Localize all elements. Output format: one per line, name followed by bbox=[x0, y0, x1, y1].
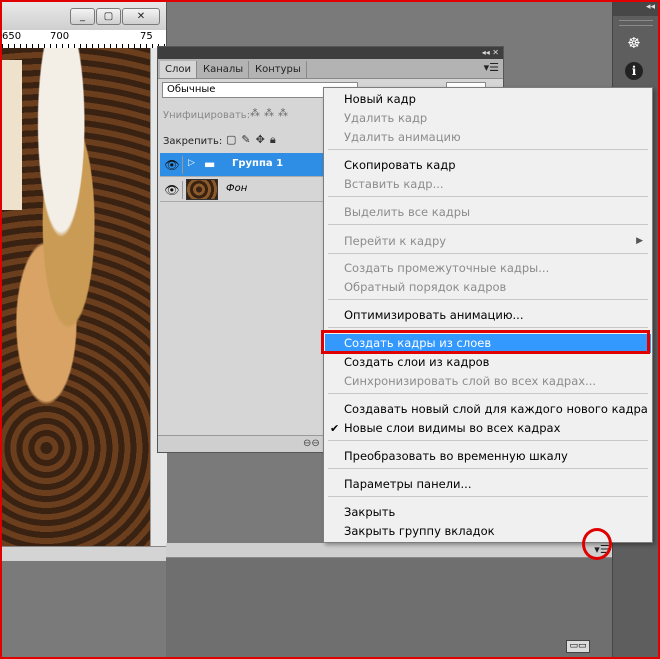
menu-item-new-layer-each-frame[interactable]: Создавать новый слой для каждого нового … bbox=[325, 400, 651, 419]
layer-thumbnail bbox=[186, 179, 218, 200]
panel-tabs: Слои Каналы Контуры ▾☰ bbox=[158, 59, 503, 79]
menu-separator bbox=[328, 327, 648, 328]
close-button[interactable]: ✕ bbox=[122, 8, 160, 25]
lock-label: Закрепить: bbox=[163, 136, 223, 147]
menu-item-optimize-animation[interactable]: Оптимизировать анимацию... bbox=[325, 306, 651, 325]
panel-collapse-bar[interactable]: ◂◂ ✕ bbox=[158, 47, 503, 59]
document-status-bar bbox=[0, 546, 166, 561]
animation-panel-area bbox=[166, 543, 612, 657]
tab-layers[interactable]: Слои bbox=[160, 61, 197, 78]
menu-item-paste-frame[interactable]: Вставить кадр... bbox=[325, 175, 651, 194]
eye-icon[interactable]: 👁︎ bbox=[162, 181, 183, 199]
strip-grip[interactable] bbox=[619, 20, 653, 26]
ship-wheel-icon[interactable]: ☸ bbox=[623, 32, 645, 54]
menu-item-delete-animation[interactable]: Удалить анимацию bbox=[325, 128, 651, 147]
lock-icons[interactable]: ▢✎✥🔒︎ bbox=[226, 133, 281, 147]
annotation-highlight-box bbox=[321, 330, 650, 354]
menu-separator bbox=[328, 224, 648, 225]
document-window: _ ▢ ✕ 650 700 75 bbox=[2, 2, 167, 548]
canvas-paper bbox=[2, 60, 22, 210]
menu-separator bbox=[328, 393, 648, 394]
menu-item-new-frame[interactable]: Новый кадр bbox=[325, 90, 651, 109]
submenu-arrow-icon: ▶ bbox=[636, 236, 643, 246]
tab-paths[interactable]: Контуры bbox=[250, 61, 307, 78]
unify-icons[interactable]: ⁂⁂⁂ bbox=[250, 108, 292, 119]
ruler-tick-label: 700 bbox=[50, 31, 70, 42]
eye-icon[interactable]: 👁︎ bbox=[162, 156, 183, 174]
menu-item-close[interactable]: Закрыть bbox=[325, 503, 651, 522]
image-canvas[interactable] bbox=[2, 48, 150, 548]
check-icon: ✔ bbox=[330, 422, 340, 435]
menu-item-tween[interactable]: Создать промежуточные кадры... bbox=[325, 259, 651, 278]
menu-item-flatten-frames-into-layers[interactable]: Создать слои из кадров bbox=[325, 353, 651, 372]
ruler-tick-label: 650 bbox=[2, 31, 22, 42]
horizontal-ruler: 650 700 75 bbox=[2, 30, 166, 49]
menu-item-copy-frame[interactable]: Скопировать кадр bbox=[325, 156, 651, 175]
unify-label: Унифицировать: bbox=[163, 110, 251, 121]
maximize-icon: ▢ bbox=[103, 11, 114, 22]
menu-separator bbox=[328, 253, 648, 254]
strip-collapse-button[interactable]: ◂◂ bbox=[613, 2, 659, 16]
menu-item-match-layer[interactable]: Синхронизировать слой во всех кадрах... bbox=[325, 372, 651, 391]
close-icon: ✕ bbox=[136, 11, 146, 22]
panel-options-icon[interactable]: ▾☰ bbox=[484, 61, 499, 74]
panel-context-menu: Новый кадр Удалить кадр Удалить анимацию… bbox=[323, 87, 653, 543]
annotation-circle bbox=[582, 528, 612, 560]
menu-item-select-all-frames[interactable]: Выделить все кадры bbox=[325, 203, 651, 222]
info-icon[interactable]: i bbox=[625, 62, 643, 80]
convert-timeline-icon[interactable]: ▭▭ bbox=[566, 640, 590, 653]
expand-triangle-icon[interactable]: ▷ bbox=[188, 158, 195, 168]
animation-panel-bar bbox=[166, 543, 612, 558]
menu-separator bbox=[328, 196, 648, 197]
menu-item-reverse-frames[interactable]: Обратный порядок кадров bbox=[325, 278, 651, 297]
menu-separator bbox=[328, 149, 648, 150]
layer-name: Группа 1 bbox=[232, 158, 284, 169]
minimize-button[interactable]: _ bbox=[70, 8, 95, 25]
layer-name: Фон bbox=[226, 183, 248, 194]
menu-separator bbox=[328, 440, 648, 441]
document-titlebar: _ ▢ ✕ bbox=[2, 2, 166, 30]
ruler-tick-label: 75 bbox=[140, 31, 153, 42]
link-icon[interactable]: ⊖⊖ bbox=[303, 438, 320, 449]
menu-item-convert-to-timeline[interactable]: Преобразовать во временную шкалу bbox=[325, 447, 651, 466]
menu-item-new-layers-visible[interactable]: ✔ Новые слои видимы во всех кадрах bbox=[325, 419, 651, 438]
menu-separator bbox=[328, 496, 648, 497]
menu-separator bbox=[328, 299, 648, 300]
menu-item-panel-options[interactable]: Параметры панели... bbox=[325, 475, 651, 494]
menu-item-go-to-frame[interactable]: Перейти к кадру ▶ bbox=[325, 232, 651, 251]
menu-separator bbox=[328, 468, 648, 469]
folder-icon: ▬ bbox=[204, 157, 216, 171]
minimize-icon: _ bbox=[80, 11, 85, 22]
maximize-button[interactable]: ▢ bbox=[96, 8, 121, 25]
tab-channels[interactable]: Каналы bbox=[198, 61, 250, 78]
menu-item-delete-frame[interactable]: Удалить кадр bbox=[325, 109, 651, 128]
